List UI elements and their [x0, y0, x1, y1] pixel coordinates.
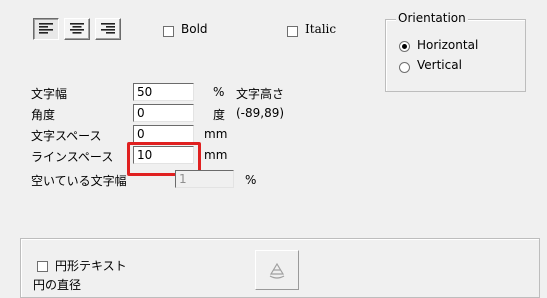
char-width-field[interactable]: 50	[133, 83, 194, 101]
char-space-unit: mm	[204, 127, 228, 141]
line-space-label: ラインスペース	[31, 150, 114, 164]
rotate-text-icon	[269, 262, 285, 279]
char-space-label: 文字スペース	[31, 129, 102, 143]
horizontal-label: Horizontal	[417, 38, 479, 52]
vertical-radio[interactable]	[399, 62, 410, 73]
empty-width-field: 1	[175, 170, 234, 188]
orientation-group	[385, 19, 526, 92]
align-left-button[interactable]	[33, 18, 59, 40]
angle-field[interactable]: 0	[133, 104, 194, 122]
orientation-title: Orientation	[396, 11, 468, 25]
align-right-button[interactable]	[95, 18, 121, 40]
char-height-label: 文字高さ	[236, 87, 285, 101]
char-width-unit: %	[213, 85, 225, 99]
angle-range: (-89,89)	[236, 106, 285, 120]
line-space-unit: mm	[204, 148, 228, 162]
circle-text-checkbox[interactable]	[37, 261, 48, 272]
italic-checkbox[interactable]	[287, 26, 298, 37]
circle-text-label: 円形テキスト	[55, 259, 127, 273]
char-space-field[interactable]: 0	[133, 125, 194, 143]
align-center-icon	[70, 23, 84, 34]
empty-width-unit: %	[245, 173, 257, 187]
align-left-icon	[39, 23, 53, 34]
angle-label: 角度	[31, 108, 56, 122]
circle-preview-button[interactable]	[255, 250, 299, 290]
italic-label: Italic	[305, 22, 337, 36]
bold-label: Bold	[181, 22, 208, 36]
vertical-label: Vertical	[417, 58, 462, 72]
bold-checkbox[interactable]	[163, 26, 174, 37]
empty-width-label: 空いている文字幅	[31, 174, 127, 188]
align-center-button[interactable]	[64, 18, 90, 40]
char-width-label: 文字幅	[31, 87, 68, 101]
align-right-icon	[101, 23, 115, 34]
horizontal-radio[interactable]	[399, 41, 410, 52]
angle-unit: 度	[213, 108, 226, 122]
